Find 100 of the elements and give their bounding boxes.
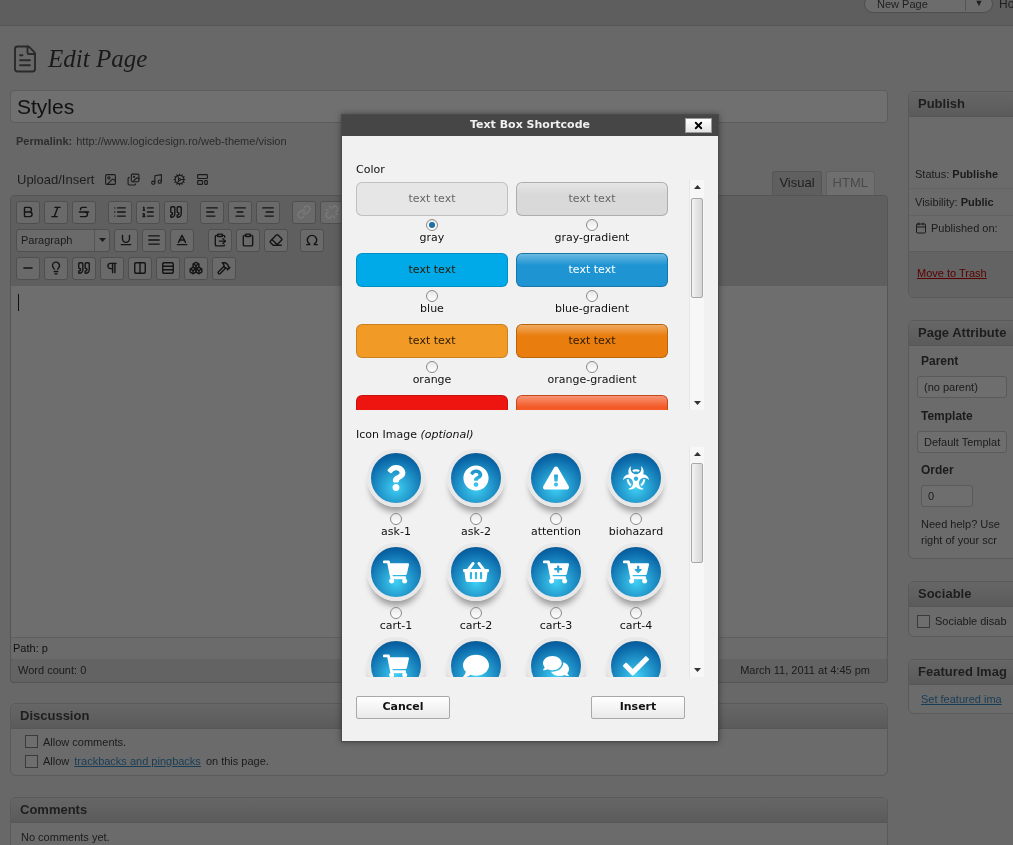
scrollbar-thumb[interactable] xyxy=(691,463,703,563)
parent-select[interactable]: (no parent) xyxy=(917,376,1008,398)
strikethrough-button[interactable] xyxy=(72,200,96,224)
shopping-basket-icon[interactable] xyxy=(447,543,505,601)
media-icon[interactable] xyxy=(196,173,210,187)
radio-button[interactable] xyxy=(550,607,562,619)
radio-button[interactable] xyxy=(470,513,482,525)
eraser-button[interactable] xyxy=(264,228,288,252)
italic-button[interactable] xyxy=(44,200,68,224)
gear-icon[interactable] xyxy=(173,173,187,187)
radio-button[interactable] xyxy=(586,361,598,373)
columns-button[interactable] xyxy=(128,256,152,280)
color-swatch[interactable]: text text xyxy=(356,182,508,216)
radio-button[interactable] xyxy=(586,290,598,302)
eraser-icon xyxy=(269,233,283,247)
visibility-value: Public xyxy=(960,195,994,208)
text-link[interactable]: trackbacks and pingbacks xyxy=(74,753,201,770)
insert-button[interactable]: Insert xyxy=(591,696,685,719)
radio-button[interactable] xyxy=(390,513,402,525)
align-center-button[interactable] xyxy=(228,200,252,224)
gallery-icon[interactable] xyxy=(127,173,141,187)
paste-text-icon xyxy=(213,233,227,247)
swatch-text: text text xyxy=(408,261,456,278)
text-color-button[interactable] xyxy=(170,228,194,252)
editor-tab[interactable]: Visual xyxy=(772,170,822,195)
paste-text-button[interactable] xyxy=(208,228,232,252)
close-button[interactable] xyxy=(685,118,712,133)
permalink-url[interactable]: http://www.logicdesign.ro/web-theme/vision xyxy=(76,133,287,150)
checkbox[interactable] xyxy=(917,614,930,628)
comments-text: No comments yet. xyxy=(21,830,110,843)
permalink-label: Permalink: xyxy=(16,134,73,149)
scroll-down-arrow-icon[interactable] xyxy=(693,668,701,672)
radio-button[interactable] xyxy=(630,513,642,525)
rows-button[interactable] xyxy=(156,256,180,280)
move-to-trash-link[interactable]: Move to Trash xyxy=(917,266,987,279)
radio-button[interactable] xyxy=(470,607,482,619)
new-page-dropdown[interactable]: New Page ▼ xyxy=(864,0,993,13)
unlink-icon xyxy=(325,205,339,219)
panel-title: Publish xyxy=(918,95,965,114)
justify-button[interactable] xyxy=(142,228,166,252)
template-select[interactable]: Default Templat xyxy=(917,431,1008,453)
checkbox[interactable] xyxy=(25,735,38,749)
order-field[interactable]: 0 xyxy=(921,485,973,507)
image-icon[interactable] xyxy=(104,173,118,187)
align-right-button[interactable] xyxy=(256,200,280,224)
justify-icon xyxy=(147,233,161,247)
scroll-up-arrow-icon[interactable] xyxy=(693,452,701,456)
radio-button[interactable] xyxy=(586,219,598,231)
panel-title: Page Attribute xyxy=(918,324,1007,343)
color-swatch[interactable]: text text xyxy=(516,324,668,358)
icon-option-label: ask-2 xyxy=(461,525,491,538)
numbered-list-button[interactable] xyxy=(136,200,160,224)
radio-button[interactable] xyxy=(390,607,402,619)
text-color-icon xyxy=(175,233,189,247)
blockquote-button[interactable] xyxy=(164,200,188,224)
field-label: Template xyxy=(921,408,974,425)
color-swatch[interactable]: text text xyxy=(356,253,508,287)
status-label: Status: xyxy=(915,168,950,180)
upload-insert-label: Upload/Insert xyxy=(17,171,95,189)
biohazard-icon[interactable] xyxy=(607,449,665,507)
paragraph-button[interactable] xyxy=(100,256,124,280)
omega-button[interactable] xyxy=(300,228,324,252)
blocks-button[interactable] xyxy=(184,256,208,280)
bold-button[interactable] xyxy=(16,200,40,224)
scroll-up-arrow-icon[interactable] xyxy=(693,185,701,189)
paste-word-button[interactable] xyxy=(236,228,260,252)
format-select[interactable]: Paragraph xyxy=(16,228,110,252)
checkbox[interactable] xyxy=(25,754,38,768)
quote-button[interactable] xyxy=(72,256,96,280)
color-swatch[interactable]: text text xyxy=(356,324,508,358)
color-swatch[interactable]: text text xyxy=(516,182,668,216)
underline-button[interactable] xyxy=(114,228,138,252)
option-text: Allow xyxy=(43,754,70,769)
radio-button[interactable] xyxy=(426,219,438,231)
unlink-button[interactable] xyxy=(320,200,344,224)
nav-link[interactable]: Ho xyxy=(999,0,1013,13)
lightbulb-button[interactable] xyxy=(44,256,68,280)
color-option-label: orange xyxy=(412,373,452,386)
set-featured-image-link[interactable]: Set featured ima xyxy=(921,692,1002,705)
paragraph-icon xyxy=(105,261,119,275)
element-path: Path: p xyxy=(13,640,48,656)
bullet-list-button[interactable] xyxy=(108,200,132,224)
radio-button[interactable] xyxy=(426,361,438,373)
panel-title: Sociable xyxy=(918,585,972,604)
cancel-button[interactable]: Cancel xyxy=(356,696,450,719)
shopping-cart-icon[interactable] xyxy=(367,543,425,601)
radio-button[interactable] xyxy=(550,513,562,525)
scroll-down-arrow-icon[interactable] xyxy=(693,401,701,405)
hammer-button[interactable] xyxy=(212,256,236,280)
question-mark-icon[interactable] xyxy=(367,449,425,507)
align-left-button[interactable] xyxy=(200,200,224,224)
color-swatch[interactable]: text text xyxy=(516,253,668,287)
horizontal-rule-button[interactable] xyxy=(16,256,40,280)
bullet-list-icon xyxy=(113,205,127,219)
radio-button[interactable] xyxy=(426,290,438,302)
cart-plus-icon[interactable] xyxy=(527,543,585,601)
radio-button[interactable] xyxy=(630,607,642,619)
scrollbar-thumb[interactable] xyxy=(691,198,703,298)
music-icon[interactable] xyxy=(150,173,164,187)
calendar-icon xyxy=(915,222,927,235)
